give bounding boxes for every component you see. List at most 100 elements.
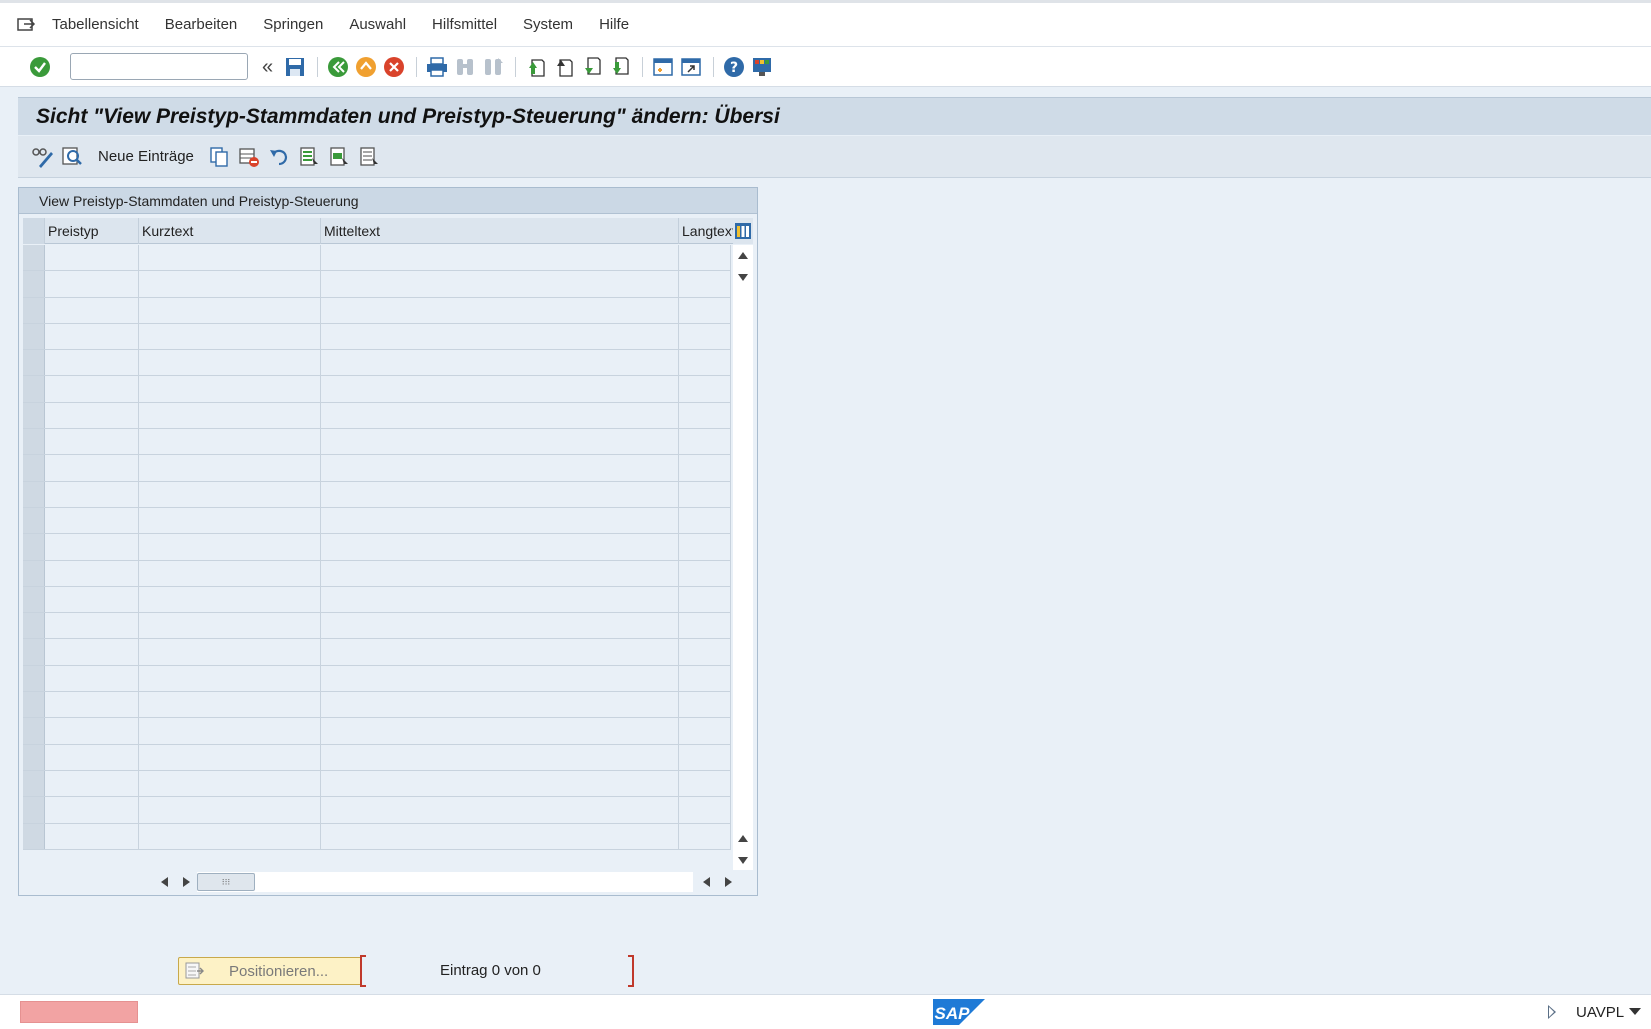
enter-check-icon[interactable] [28,55,52,79]
first-page-icon[interactable] [524,55,548,79]
table-cell[interactable] [679,507,731,534]
back-icon[interactable] [326,55,350,79]
find-icon[interactable] [453,55,477,79]
table-cell[interactable] [679,770,731,797]
copy-as-icon[interactable] [206,144,232,170]
table-cell[interactable] [321,402,679,429]
scroll-right-fixed-icon[interactable] [183,877,190,887]
row-selector[interactable] [23,376,45,402]
table-cell[interactable] [679,376,731,402]
row-selector[interactable] [23,692,45,718]
row-selector[interactable] [23,455,45,481]
table-cell[interactable] [321,245,679,271]
table-cell[interactable] [139,639,321,665]
exit-icon[interactable] [354,55,378,79]
row-selector[interactable] [23,560,45,586]
menu-tabellensicht[interactable]: Tabellensicht [52,16,139,33]
row-selector[interactable] [23,770,45,797]
table-cell[interactable] [321,534,679,560]
scroll-page-up-icon[interactable] [738,835,748,842]
table-cell[interactable] [139,797,321,823]
table-cell[interactable] [45,455,139,481]
table-cell[interactable] [139,402,321,429]
table-cell[interactable] [139,429,321,455]
table-cell[interactable] [679,586,731,613]
table-cell[interactable] [45,823,139,849]
select-all-icon[interactable] [296,144,322,170]
col-header-preistyp[interactable]: Preistyp [45,218,139,244]
row-selector[interactable] [23,586,45,613]
scroll-down-icon[interactable] [738,857,748,864]
table-cell[interactable] [139,744,321,770]
status-expand-icon[interactable] [1548,1005,1556,1019]
table-cell[interactable] [321,297,679,323]
table-cell[interactable] [321,744,679,770]
find-next-icon[interactable] [481,55,505,79]
row-selector[interactable] [23,665,45,692]
generate-shortcut-icon[interactable] [679,55,703,79]
table-cell[interactable] [321,507,679,534]
table-cell[interactable] [139,507,321,534]
table-cell[interactable] [321,350,679,376]
table-cell[interactable] [45,797,139,823]
table-cell[interactable] [45,323,139,350]
row-selector[interactable] [23,402,45,429]
table-cell[interactable] [679,323,731,350]
col-header-mitteltext[interactable]: Mitteltext [321,218,679,244]
deselect-all-icon[interactable] [356,144,382,170]
table-cell[interactable] [679,692,731,718]
cancel-icon[interactable] [382,55,406,79]
table-cell[interactable] [321,455,679,481]
table-cell[interactable] [139,271,321,297]
print-icon[interactable] [425,55,449,79]
table-cell[interactable] [321,665,679,692]
table-cell[interactable] [45,376,139,402]
table-cell[interactable] [679,534,731,560]
table-cell[interactable] [139,350,321,376]
table-cell[interactable] [679,402,731,429]
row-selector[interactable] [23,718,45,744]
table-cell[interactable] [139,455,321,481]
col-header-langtext[interactable]: Langtext [679,218,735,244]
scroll-left-icon[interactable] [703,877,710,887]
table-cell[interactable] [45,350,139,376]
table-cell[interactable] [321,586,679,613]
table-cell[interactable] [45,718,139,744]
table-cell[interactable] [139,586,321,613]
table-cell[interactable] [321,560,679,586]
table-cell[interactable] [679,271,731,297]
table-cell[interactable] [45,271,139,297]
table-cell[interactable] [139,245,321,271]
table-cell[interactable] [45,613,139,639]
row-selector[interactable] [23,350,45,376]
row-selector[interactable] [23,797,45,823]
scroll-left-fixed-icon[interactable] [161,877,168,887]
menu-hilfe[interactable]: Hilfe [599,16,629,33]
row-selector[interactable] [23,744,45,770]
menu-auswahl[interactable]: Auswahl [349,16,406,33]
command-field-toggle[interactable]: « [262,57,273,77]
table-cell[interactable] [321,613,679,639]
table-cell[interactable] [45,639,139,665]
row-selector[interactable] [23,534,45,560]
row-selector[interactable] [23,271,45,297]
row-selector[interactable] [23,429,45,455]
save-icon[interactable] [283,55,307,79]
table-cell[interactable] [679,665,731,692]
table-cell[interactable] [679,639,731,665]
table-cell[interactable] [45,245,139,271]
table-cell[interactable] [45,297,139,323]
table-cell[interactable] [45,534,139,560]
table-cell[interactable] [45,402,139,429]
table-cell[interactable] [45,692,139,718]
table-cell[interactable] [139,613,321,639]
new-entries-button[interactable]: Neue Einträge [98,148,194,165]
create-session-icon[interactable] [651,55,675,79]
scroll-right-icon[interactable] [725,877,732,887]
command-field[interactable] [70,53,248,80]
menu-hilfsmittel[interactable]: Hilfsmittel [432,16,497,33]
table-cell[interactable] [45,770,139,797]
table-settings-icon[interactable] [733,218,753,244]
table-cell[interactable] [139,770,321,797]
table-cell[interactable] [45,481,139,507]
